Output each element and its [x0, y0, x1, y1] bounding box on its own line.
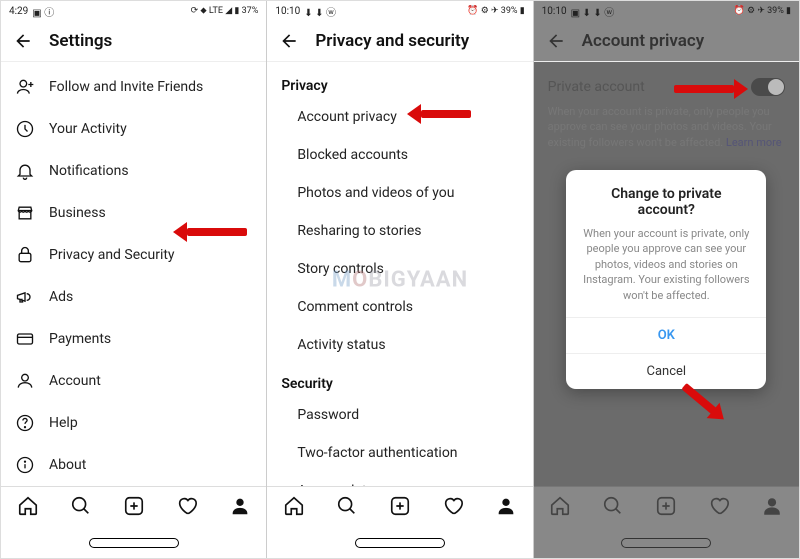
row-label: Ads: [49, 289, 73, 305]
row-label: Your Activity: [49, 121, 127, 137]
nav-heart-icon[interactable]: [176, 495, 198, 521]
row-password[interactable]: Password: [267, 396, 532, 434]
status-time: 4:29: [9, 6, 28, 17]
private-account-dialog: Change to private account? When your acc…: [566, 170, 766, 389]
status-time: 10:10: [275, 6, 300, 17]
nav-profile-icon[interactable]: [229, 495, 251, 521]
android-home-pill[interactable]: [89, 538, 179, 548]
nav-search-icon[interactable]: [70, 495, 92, 521]
settings-list: Follow and Invite Friends Your Activity …: [1, 62, 266, 486]
row-access-data[interactable]: Access data: [267, 472, 532, 486]
privacy-security-screen: 10:10 ⬇ ⬇ ⓦ ⏰ ⚙ ✈ 39% ▮ Privacy and secu…: [267, 1, 533, 558]
row-privacy-security[interactable]: Privacy and Security: [1, 234, 266, 276]
status-bar: 10:10 ⬇ ⬇ ⓦ ⏰ ⚙ ✈ 39% ▮: [267, 1, 532, 21]
header: Privacy and security: [267, 21, 532, 62]
row-label: Payments: [49, 331, 111, 347]
page-title: Privacy and security: [315, 31, 469, 51]
store-icon: [15, 203, 35, 223]
add-user-icon: [15, 77, 35, 97]
row-blocked-accounts[interactable]: Blocked accounts: [267, 136, 532, 174]
row-label: Follow and Invite Friends: [49, 79, 203, 95]
lock-icon: [15, 245, 35, 265]
row-story-controls[interactable]: Story controls: [267, 250, 532, 288]
row-resharing-stories[interactable]: Resharing to stories: [267, 212, 532, 250]
row-activity-status[interactable]: Activity status: [267, 326, 532, 364]
nav-home-icon[interactable]: [17, 495, 39, 521]
privacy-list: Privacy Account privacy Blocked accounts…: [267, 62, 532, 486]
dialog-body: When your account is private, only peopl…: [566, 226, 766, 317]
row-help[interactable]: Help: [1, 402, 266, 444]
row-comment-controls[interactable]: Comment controls: [267, 288, 532, 326]
dialog-backdrop: Change to private account? When your acc…: [534, 1, 799, 558]
section-security: Security: [267, 364, 532, 396]
row-label: Notifications: [49, 163, 129, 179]
nav-heart-icon[interactable]: [442, 495, 464, 521]
page-title: Settings: [49, 31, 112, 51]
android-home-pill[interactable]: [355, 538, 445, 548]
back-arrow-icon[interactable]: [13, 31, 33, 51]
nav-add-icon[interactable]: [123, 495, 145, 521]
row-two-factor[interactable]: Two-factor authentication: [267, 434, 532, 472]
bell-icon: [15, 161, 35, 181]
nav-search-icon[interactable]: [336, 495, 358, 521]
back-arrow-icon[interactable]: [279, 31, 299, 51]
status-left-icons: ⬇ ⬇ ⓦ: [304, 4, 336, 19]
android-nav-bar: [1, 528, 266, 558]
row-label: Business: [49, 205, 106, 221]
dialog-ok-button[interactable]: OK: [566, 317, 766, 353]
settings-screen: 4:29 ▣ ⓘ ⟳ ⬥ LTE ◢ ▮ 37% Settings Follow…: [1, 1, 267, 558]
header: Settings: [1, 21, 266, 62]
row-account[interactable]: Account: [1, 360, 266, 402]
help-icon: [15, 413, 35, 433]
row-payments[interactable]: Payments: [1, 318, 266, 360]
user-icon: [15, 371, 35, 391]
row-label: Help: [49, 415, 78, 431]
status-right: ⟳ ⬥ LTE ◢ ▮ 37%: [191, 6, 259, 16]
account-privacy-screen: 10:10 ▣ ⬇ ⬇ ⓦ ⏰ ⚙ ✈ 39% ▮ Account privac…: [534, 1, 799, 558]
row-notifications[interactable]: Notifications: [1, 150, 266, 192]
card-icon: [15, 329, 35, 349]
row-label: About: [49, 457, 86, 473]
row-ads[interactable]: Ads: [1, 276, 266, 318]
android-nav-bar: [267, 528, 532, 558]
status-right: ⏰ ⚙ ✈ 39% ▮: [467, 6, 524, 16]
section-privacy: Privacy: [267, 66, 532, 98]
row-label: Privacy and Security: [49, 247, 175, 263]
dialog-title: Change to private account?: [566, 170, 766, 226]
row-your-activity[interactable]: Your Activity: [1, 108, 266, 150]
nav-profile-icon[interactable]: [495, 495, 517, 521]
row-photos-videos[interactable]: Photos and videos of you: [267, 174, 532, 212]
row-account-privacy[interactable]: Account privacy: [267, 98, 532, 136]
bottom-nav: [267, 486, 532, 528]
bottom-nav: [1, 486, 266, 528]
row-label: Account: [49, 373, 101, 389]
info-icon: [15, 455, 35, 475]
clock-icon: [15, 119, 35, 139]
row-about[interactable]: About: [1, 444, 266, 486]
status-left-icons: ▣ ⓘ: [32, 4, 54, 19]
row-follow-invite[interactable]: Follow and Invite Friends: [1, 66, 266, 108]
dialog-cancel-button[interactable]: Cancel: [566, 353, 766, 389]
row-business[interactable]: Business: [1, 192, 266, 234]
status-bar: 4:29 ▣ ⓘ ⟳ ⬥ LTE ◢ ▮ 37%: [1, 1, 266, 21]
nav-add-icon[interactable]: [389, 495, 411, 521]
nav-home-icon[interactable]: [283, 495, 305, 521]
megaphone-icon: [15, 287, 35, 307]
